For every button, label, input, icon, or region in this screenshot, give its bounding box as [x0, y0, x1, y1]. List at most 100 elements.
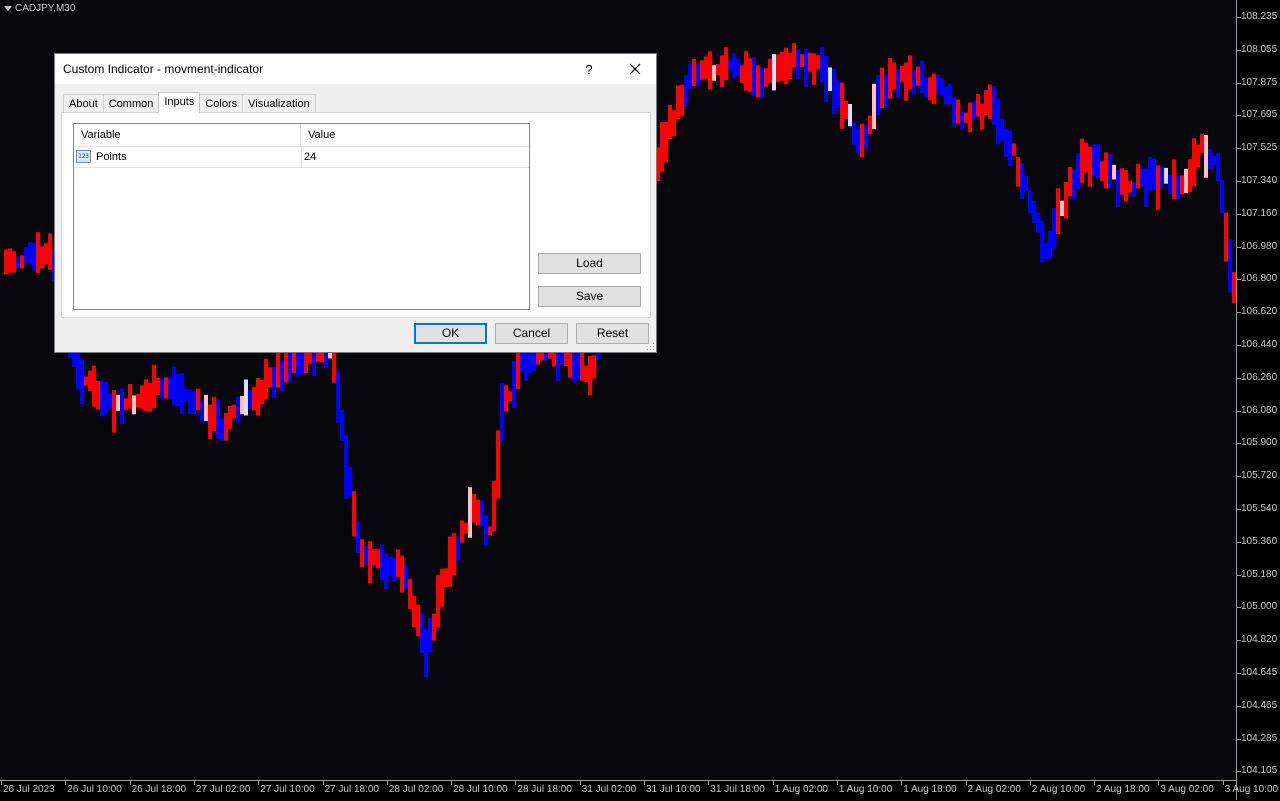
cancel-button[interactable]: Cancel [495, 323, 568, 344]
candle-bar [208, 404, 212, 440]
help-button[interactable]: ? [573, 54, 605, 84]
candle-bar [340, 410, 344, 441]
candle-bar [1084, 142, 1088, 173]
candle-bar [756, 65, 760, 98]
candle-bar [1188, 159, 1192, 193]
table-row[interactable]: 123 Points 24 [74, 147, 529, 168]
time-tick [129, 781, 131, 785]
tab-visualization[interactable]: Visualization [242, 94, 316, 112]
candle-bar [868, 115, 872, 135]
candle-bar [304, 350, 308, 374]
candle-bar [332, 352, 336, 383]
tab-colors[interactable]: Colors [199, 94, 244, 112]
candle-bar [760, 67, 764, 98]
time-label: 27 Jul 10:00 [260, 784, 315, 795]
tab-common[interactable]: Common [102, 94, 160, 112]
save-button[interactable]: Save [538, 286, 641, 307]
candle-bar [1212, 155, 1216, 165]
price-axis[interactable]: 108.235 108.055 107.875 107.695 107.525 107.3… [1236, 0, 1280, 800]
candle-bar [1208, 149, 1212, 170]
candle-bar [440, 569, 444, 607]
column-header-value[interactable]: Value [301, 124, 529, 146]
candle-bar [212, 397, 216, 432]
candle-bar [944, 86, 948, 105]
time-tick [386, 781, 388, 785]
candle-bar [720, 55, 724, 88]
candle-bar [444, 568, 448, 588]
candle-bar [1124, 170, 1128, 202]
candle-bar [592, 355, 596, 379]
candle-bar [140, 385, 144, 409]
time-axis[interactable]: 26 Jul 2023 26 Jul 10:00 26 Jul 18:00 27 Ju… [0, 780, 1278, 801]
candle-bar [496, 430, 500, 499]
time-label: 28 Jul 18:00 [517, 784, 572, 795]
candle-bar [136, 394, 140, 408]
candle-bar [172, 366, 176, 406]
candle-bar [416, 604, 420, 637]
candle-bar [124, 398, 128, 410]
candle-bar [680, 84, 684, 117]
time-label: 28 Jul 10:00 [453, 784, 508, 795]
time-label: 31 Jul 18:00 [710, 784, 765, 795]
candle-bar [1148, 156, 1152, 191]
time-tick [515, 781, 517, 785]
ok-button[interactable]: OK [414, 323, 487, 344]
candle-bar [464, 522, 468, 534]
time-label: 2 Aug 02:00 [967, 784, 1021, 795]
column-header-variable[interactable]: Variable [74, 124, 301, 146]
candle-bar [48, 233, 52, 270]
candle-bar [1156, 165, 1160, 210]
candle-bar [84, 376, 88, 386]
candle-bar [468, 487, 472, 538]
candle-bar [940, 78, 944, 96]
candle-bar [220, 418, 224, 441]
candle-bar [1144, 168, 1148, 208]
resize-grip-icon[interactable] [647, 343, 655, 351]
candle-bar [268, 367, 272, 388]
candle-bar [1048, 230, 1052, 260]
candle-bar [836, 80, 840, 108]
candle-bar [1164, 167, 1168, 184]
candle-bar [668, 104, 672, 140]
candle-bar [948, 83, 952, 105]
candle-bar [44, 243, 48, 265]
close-button[interactable] [619, 54, 651, 84]
time-label: 2 Aug 10:00 [1031, 784, 1086, 795]
candle-bar [164, 377, 168, 399]
candle-bar [344, 435, 348, 499]
candle-bar [708, 51, 712, 90]
candle-bar [932, 73, 936, 104]
candle-bar [724, 47, 728, 80]
candle-bar [92, 365, 96, 407]
candle-bar [1220, 179, 1224, 214]
inputs-table[interactable]: Variable Value 123 Points 24 [73, 123, 530, 310]
candle-bar [704, 56, 708, 79]
candle-bar [1024, 175, 1028, 191]
candle-bar [748, 58, 752, 92]
candle-bar [1020, 163, 1024, 199]
tab-inputs[interactable]: Inputs [158, 92, 201, 113]
candle-bar [872, 83, 876, 130]
candle-bar [740, 65, 744, 84]
candle-bar [168, 376, 172, 400]
candle-bar [236, 396, 240, 423]
candle-bar [824, 55, 828, 102]
candle-bar [1088, 146, 1092, 187]
time-tick [836, 781, 838, 785]
candle-bar [956, 99, 960, 124]
load-button[interactable]: Load [538, 253, 641, 274]
candle-bar [1096, 144, 1100, 179]
reset-button[interactable]: Reset [576, 323, 649, 344]
candle-bar [780, 51, 784, 81]
tab-about[interactable]: About [63, 94, 104, 112]
candle-bar [788, 52, 792, 79]
dialog-titlebar[interactable]: Custom Indicator - movment-indicator ? [55, 54, 656, 84]
inputs-panel: Variable Value 123 Points 24 Load Save [61, 112, 651, 318]
candle-bar [364, 546, 368, 564]
value-cell[interactable]: 24 [304, 147, 524, 167]
time-label: 31 Jul 10:00 [646, 784, 701, 795]
candle-bar [588, 356, 592, 396]
candle-bar [976, 94, 980, 117]
chart-symbol-label[interactable]: CADJPY,M30 [4, 3, 75, 14]
tab-bar: About Common Inputs Colors Visualization [63, 92, 316, 113]
